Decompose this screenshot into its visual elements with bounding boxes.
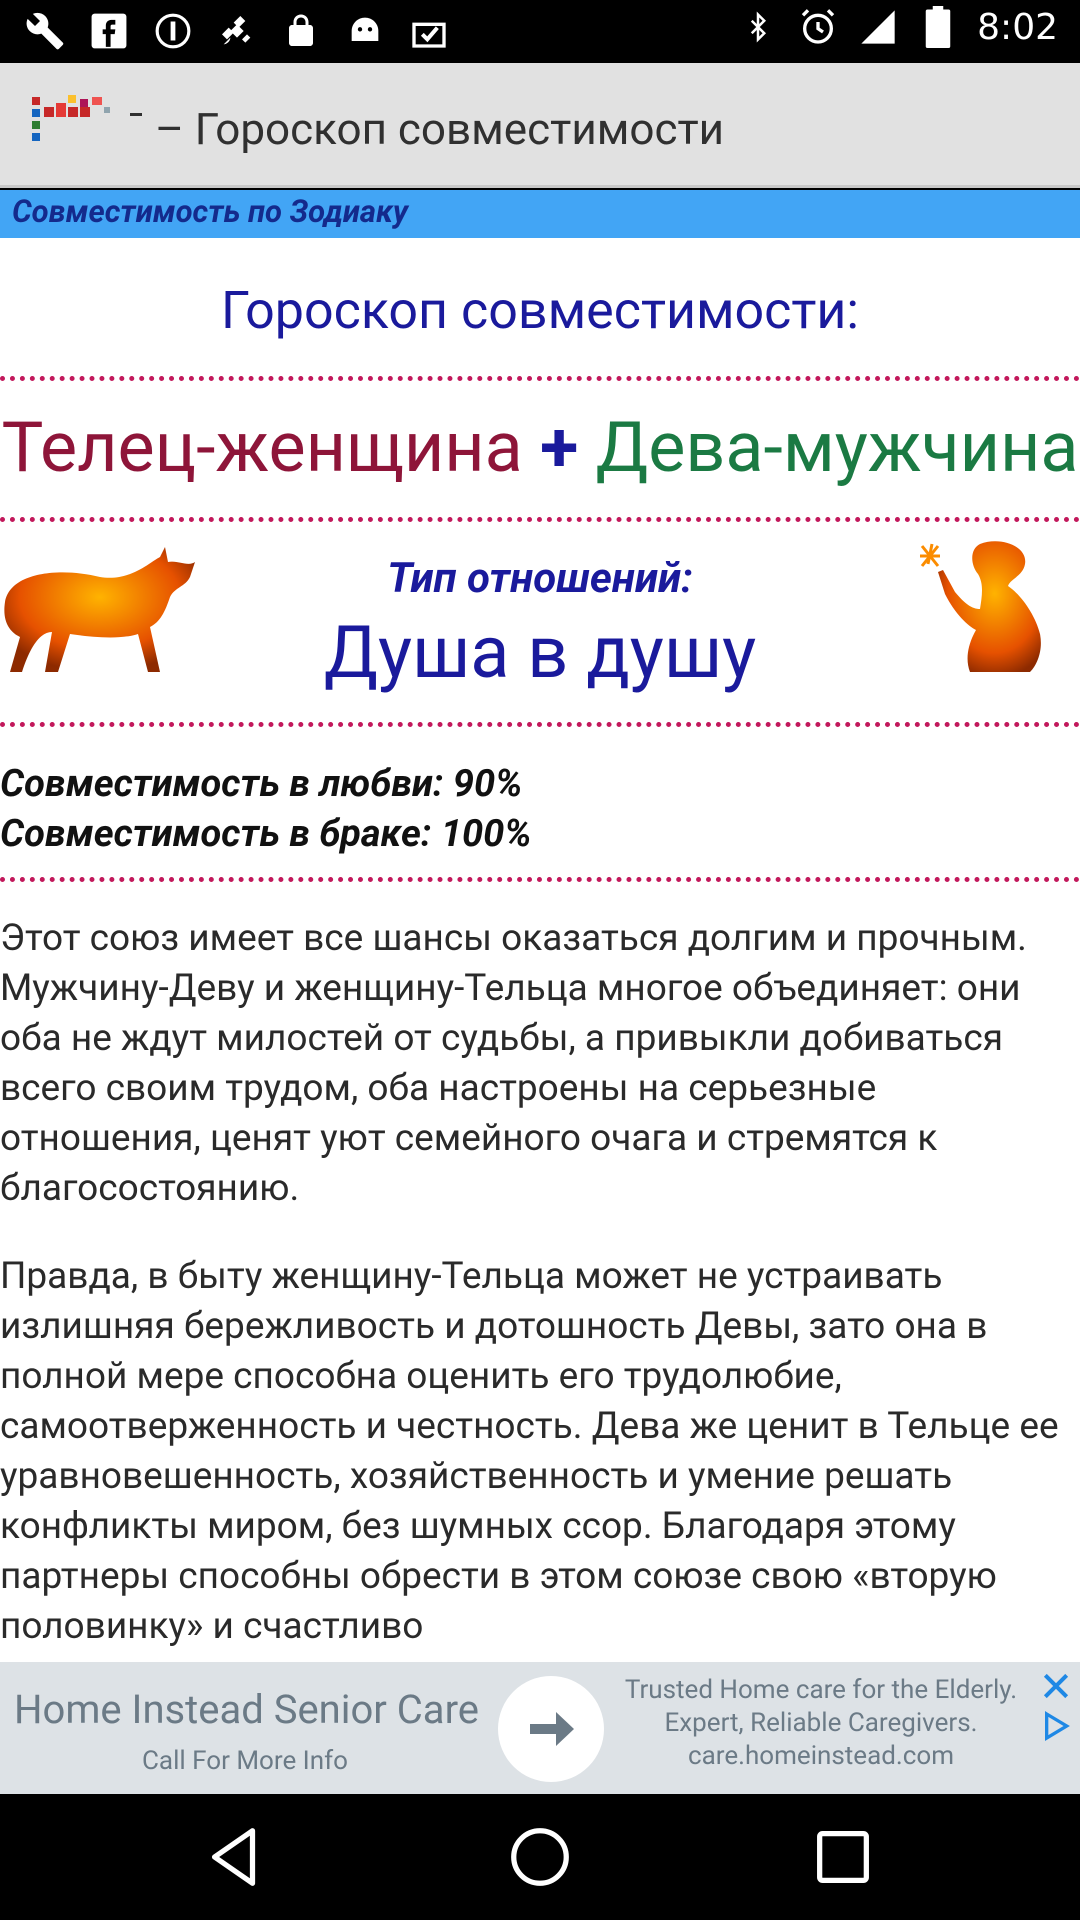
battery-icon: [917, 6, 959, 48]
info-icon: [152, 10, 194, 52]
android-icon: [344, 10, 386, 52]
ad-desc-line-1: Trusted Home care for the Elderly.: [624, 1675, 1018, 1705]
app-logo-icon[interactable]: [30, 93, 150, 153]
home-icon[interactable]: [505, 1822, 575, 1892]
man-sign-label: Дева-мужчина: [595, 407, 1079, 489]
main-content[interactable]: Совместимость по Зодиаку Гороскоп совмес…: [0, 190, 1080, 1662]
wrench-icon: [24, 10, 66, 52]
description-paragraph-2: Правда, в быту женщину-Тельца может не у…: [0, 1255, 1059, 1648]
ad-close-icon[interactable]: [1040, 1670, 1072, 1702]
system-icons: 8:02: [737, 6, 1058, 48]
ad-call-to-action[interactable]: Call For More Info: [142, 1746, 348, 1776]
ad-choices-icon[interactable]: [1040, 1710, 1072, 1742]
compatibility-scores: Совместимость в любви: 90% Совместимость…: [0, 727, 1080, 877]
status-bar: 8:02: [0, 0, 1080, 63]
woman-sign-label: Телец-женщина: [1, 407, 523, 489]
signal-icon: [857, 6, 899, 48]
satellite-icon: [216, 10, 258, 52]
ad-url: care.homeinstead.com: [688, 1741, 954, 1771]
app-toolbar: – Гороскоп совместимости: [0, 63, 1080, 188]
virgo-icon: [910, 534, 1050, 674]
clipboard-check-icon: [408, 10, 450, 52]
love-compatibility: Совместимость в любви: 90%: [0, 762, 523, 806]
alarm-icon: [797, 6, 839, 48]
relationship-block: Тип отношений: Душа в душу: [0, 522, 1080, 722]
ad-description[interactable]: Trusted Home care for the Elderly. Exper…: [606, 1674, 1036, 1773]
back-icon[interactable]: [200, 1822, 270, 1892]
section-header: Совместимость по Зодиаку: [0, 190, 1080, 238]
description-paragraph-1: Этот союз имеет все шансы оказаться долг…: [0, 917, 1027, 1210]
ad-desc-line-2: Expert, Reliable Caregivers.: [664, 1708, 978, 1738]
page-title: – Гороскоп совместимости: [155, 103, 725, 155]
marriage-compatibility: Совместимость в браке: 100%: [0, 812, 532, 856]
notification-icons: [24, 10, 450, 52]
clock-time: 8:02: [977, 6, 1058, 48]
lock-icon: [280, 10, 322, 52]
recents-icon[interactable]: [808, 1822, 878, 1892]
facebook-icon: [88, 10, 130, 52]
ad-banner[interactable]: Home Instead Senior Care Call For More I…: [0, 1662, 1080, 1794]
plus-sign: +: [540, 407, 579, 489]
compatibility-heading: Гороскоп совместимости:: [220, 280, 860, 341]
sign-pair: Телец-женщина + Дева-мужчина: [0, 381, 1080, 517]
ad-title[interactable]: Home Instead Senior Care: [14, 1686, 479, 1733]
bluetooth-icon: [737, 6, 779, 48]
ad-arrow-button[interactable]: [498, 1676, 604, 1782]
navigation-bar: [0, 1794, 1080, 1920]
